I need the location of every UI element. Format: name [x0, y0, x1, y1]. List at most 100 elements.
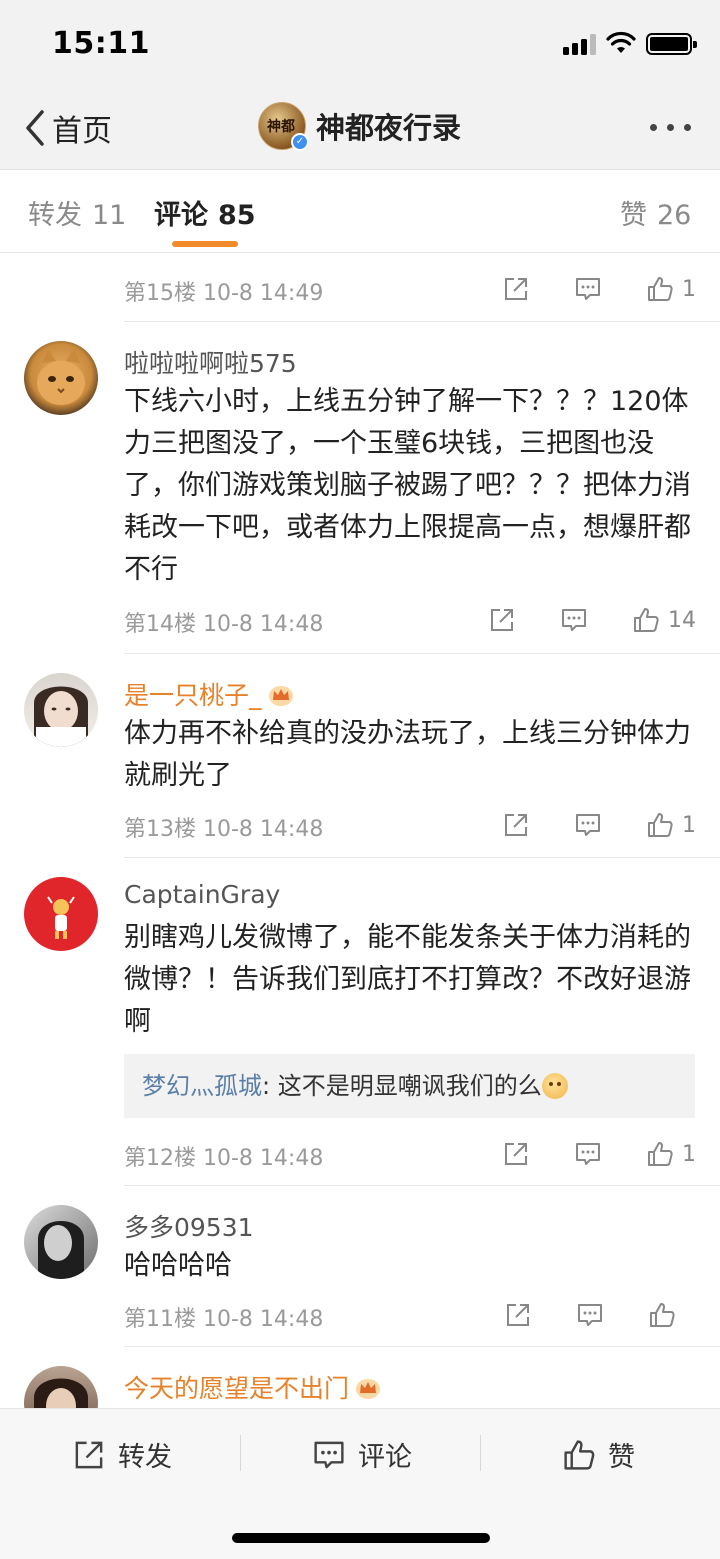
chevron-left-icon — [26, 110, 44, 146]
like-count: 1 — [682, 276, 696, 302]
comment-username[interactable]: 多多09531 — [124, 1208, 254, 1244]
comment-icon — [578, 1304, 602, 1326]
comment-icon — [576, 814, 600, 836]
comment-icon — [576, 278, 600, 300]
like-button[interactable] — [648, 1301, 696, 1329]
like-count: 1 — [682, 812, 696, 838]
comment-list[interactable]: 第15楼 10-8 14:49 1 啦啦啦啊啦575 下线六小时，上线五分钟了解… — [0, 253, 720, 1408]
nav-account[interactable]: 神都 ✓ 神都夜行录 — [258, 102, 462, 151]
home-indicator[interactable] — [232, 1533, 490, 1543]
divider — [124, 321, 720, 322]
tab-comments-count: 85 — [218, 200, 256, 231]
account-avatar: 神都 ✓ — [258, 102, 309, 151]
tab-repost-label: 转发 — [28, 200, 82, 231]
repost-button[interactable] — [502, 811, 530, 839]
repost-button[interactable] — [502, 275, 530, 303]
verified-badge-icon: ✓ — [291, 133, 309, 151]
portrait-avatar-image — [38, 1221, 84, 1279]
comment-floor: 第12楼 — [124, 1146, 196, 1171]
reply-button[interactable] — [576, 1301, 604, 1329]
share-icon — [505, 278, 527, 300]
share-icon — [507, 1304, 529, 1326]
comment-username-vip[interactable]: 今天的愿望是不出门 — [124, 1369, 381, 1405]
separator — [480, 1435, 481, 1471]
comment-username: 是一只桃子_ — [124, 681, 262, 710]
avatar-logo-text: 神都 — [267, 119, 295, 135]
cellular-signal-icon — [563, 33, 597, 55]
vip-crown-icon — [356, 1379, 381, 1399]
repost-button[interactable] — [488, 606, 516, 634]
thumbs-up-icon — [648, 813, 673, 837]
reply-button[interactable] — [574, 275, 602, 303]
bottom-like-label: 赞 — [608, 1442, 635, 1473]
bottom-comment-button[interactable]: 评论 — [312, 1435, 412, 1474]
avatar[interactable] — [24, 877, 98, 951]
comment-floor: 第14楼 — [124, 612, 196, 637]
comment-text: 别瞎鸡儿发微博了，能不能发条关于体力消耗的微博？！告诉我们到底打不打算改？不改好… — [124, 922, 691, 1037]
comment-floor: 第13楼 — [124, 817, 196, 842]
comment-date: 10-8 14:49 — [203, 281, 324, 306]
divider — [124, 1346, 720, 1347]
vip-crown-icon — [268, 686, 293, 706]
repost-button[interactable] — [504, 1301, 532, 1329]
portrait-avatar-image — [34, 1378, 88, 1408]
cat-avatar-image — [37, 349, 85, 405]
bottom-comment-label: 评论 — [358, 1442, 412, 1473]
comment-username[interactable]: 啦啦啦啊啦575 — [124, 344, 297, 380]
comment-date: 10-8 14:48 — [203, 1307, 324, 1332]
repost-button[interactable] — [502, 1140, 530, 1168]
bottom-repost-label: 转发 — [118, 1442, 172, 1473]
like-button[interactable]: 1 — [646, 1140, 696, 1168]
comment-username[interactable]: CaptainGray — [124, 880, 280, 909]
comment-icon — [576, 1143, 600, 1165]
comment-floor: 第11楼 — [124, 1307, 196, 1332]
divider — [124, 1185, 720, 1186]
comment-username-vip[interactable]: 是一只桃子_ — [124, 676, 294, 712]
doge-emoji-icon — [541, 1073, 568, 1099]
reply-button[interactable] — [560, 606, 588, 634]
wifi-icon — [606, 31, 636, 53]
share-icon — [75, 1441, 103, 1468]
reply-button[interactable] — [574, 1140, 602, 1168]
like-button[interactable]: 14 — [632, 606, 696, 634]
comment-date: 10-8 14:48 — [203, 817, 324, 842]
tab-likes[interactable]: 赞 26 — [620, 193, 691, 232]
tab-repost-count: 11 — [92, 200, 127, 231]
like-count: 14 — [668, 607, 696, 633]
tab-repost[interactable]: 转发 11 — [28, 193, 126, 232]
avatar[interactable] — [24, 1366, 98, 1408]
avatar[interactable] — [24, 1205, 98, 1279]
avatar[interactable] — [24, 673, 98, 747]
bottom-like-button[interactable]: 赞 — [562, 1435, 635, 1474]
thumbs-up-icon — [564, 1439, 595, 1470]
reply-username[interactable]: 梦幻灬孤城 — [142, 1072, 262, 1100]
back-button[interactable]: 首页 — [22, 106, 112, 150]
nav-bar: 首页 神都 ✓ 神都夜行录 — [0, 90, 720, 170]
thumbs-up-icon — [634, 608, 659, 632]
page-title: 神都夜行录 — [316, 111, 462, 145]
comment-text: 体力再不补给真的没办法玩了，上线三分钟体力就刷光了 — [124, 718, 691, 791]
comment-icon — [562, 609, 586, 631]
tab-likes-label: 赞 — [620, 200, 647, 231]
bottom-repost-button[interactable]: 转发 — [72, 1435, 172, 1474]
separator — [240, 1435, 241, 1471]
like-button[interactable]: 1 — [646, 275, 696, 303]
tab-likes-count: 26 — [657, 200, 692, 231]
share-icon — [505, 814, 527, 836]
reply-preview[interactable]: 梦幻灬孤城: 这不是明显嘲讽我们的么 — [124, 1054, 695, 1118]
comment-date: 10-8 14:48 — [203, 612, 324, 637]
avatar[interactable] — [24, 341, 98, 415]
thumbs-up-icon — [648, 277, 673, 301]
more-options-button[interactable] — [650, 124, 691, 131]
bottom-action-bar: 转发 评论 赞 — [0, 1408, 720, 1559]
tab-comments[interactable]: 评论 85 — [154, 193, 256, 232]
divider — [124, 857, 720, 858]
thumbs-up-icon — [648, 1142, 673, 1166]
comment-icon — [314, 1441, 344, 1468]
red-cartoon-avatar-image — [47, 896, 75, 939]
back-label: 首页 — [52, 114, 112, 149]
like-button[interactable]: 1 — [646, 811, 696, 839]
reply-button[interactable] — [574, 811, 602, 839]
battery-icon — [646, 33, 697, 55]
comment-floor: 第15楼 — [124, 281, 196, 306]
